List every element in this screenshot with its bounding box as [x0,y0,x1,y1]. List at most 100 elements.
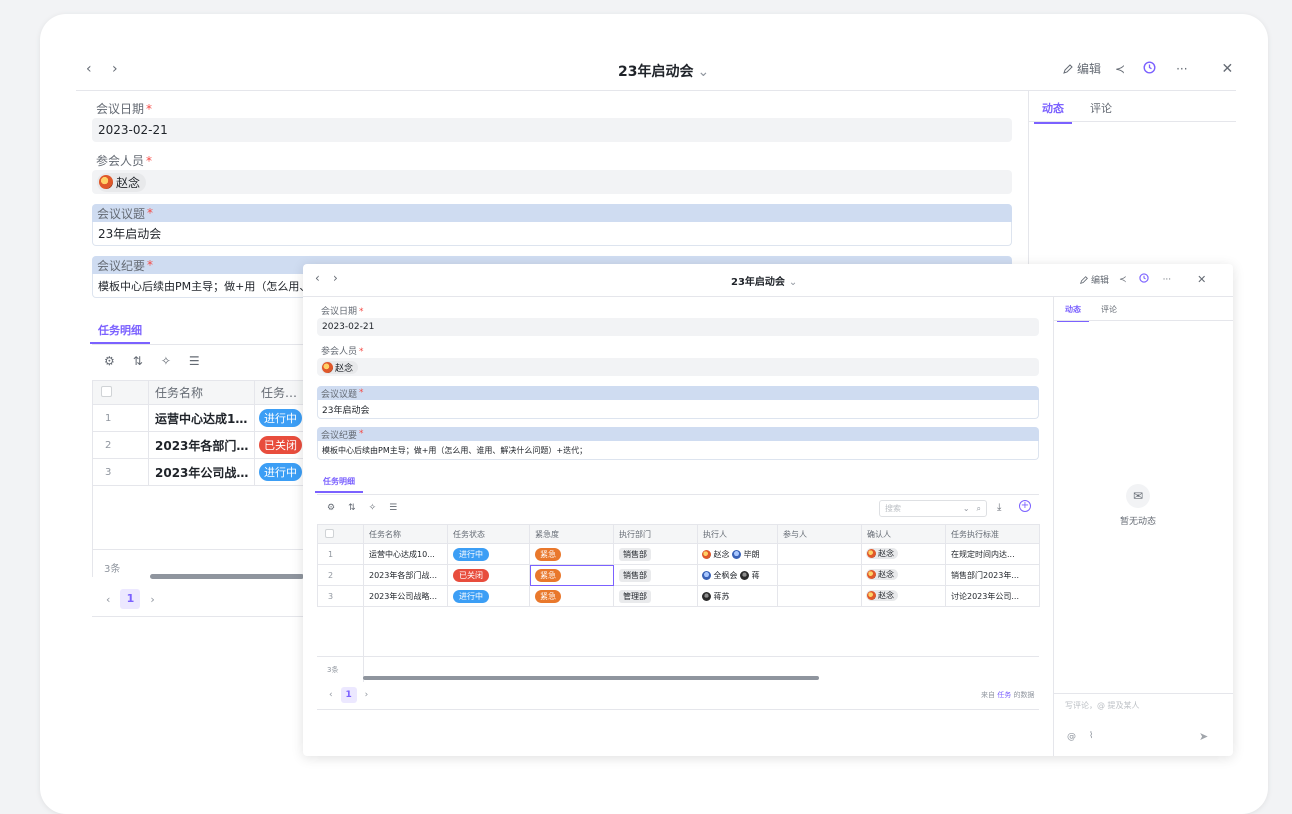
add-icon[interactable]: + [1019,500,1031,512]
participants-cell[interactable] [777,564,862,586]
edit-button[interactable]: 编辑 [1079,273,1109,286]
standard-cell[interactable]: 在规定时间内达... [945,543,1040,565]
table-row[interactable]: 2 2023年各部门战... 已关闭 紧急 销售部 全枫会 蒋 赵念 销售部门2… [317,564,1040,586]
status-tag[interactable]: 进行中 [259,409,302,427]
confirmer-chip[interactable]: 赵念 [866,548,898,559]
urgency-tag[interactable]: 紧急 [535,589,561,603]
table-row[interactable]: 2 2023年各部门战... 已关闭 [92,431,305,459]
page-number[interactable]: 1 [120,589,141,609]
attendees-field[interactable]: 赵念 [317,358,1039,376]
dept-tag[interactable]: 管理部 [619,589,651,603]
back-arrow-icon[interactable]: ‹ [315,271,320,285]
settings-icon[interactable]: ⚙ [104,354,115,368]
share-icon[interactable]: ≺ [1115,62,1125,76]
pin-icon[interactable]: ✧ [161,354,171,368]
task-name[interactable]: 运营中心达成10... [148,404,255,432]
participants-cell[interactable] [777,585,862,607]
attendee-chip[interactable]: 赵念 [97,172,147,192]
col-header-name[interactable]: 任务名称 [148,380,255,405]
standard-cell[interactable]: 讨论2023年公司... [945,585,1040,607]
tab-task-details[interactable]: 任务明细 [315,476,363,493]
task-name[interactable]: 2023年各部门战... [148,431,255,459]
col-header-status[interactable]: 任务状态 [447,524,530,544]
download-icon[interactable]: ⤓ [997,502,1001,513]
selected-cell[interactable]: 紧急 [529,564,614,586]
page-number[interactable]: 1 [340,687,357,703]
confirmer-chip[interactable]: 赵念 [866,569,898,580]
standard-cell[interactable]: 销售部门2023年... [945,564,1040,586]
table-row[interactable]: 1 运营中心达成10... 进行中 [92,404,305,432]
share-icon[interactable]: ≺ [1119,275,1127,285]
urgency-tag[interactable]: 紧急 [535,568,561,582]
attachment-icon[interactable]: ⌇ [1089,731,1093,741]
task-name[interactable]: 2023年公司战略... [363,585,448,607]
comment-input[interactable]: 写评论，@ 提及某人 [1065,700,1140,711]
status-tag[interactable]: 进行中 [453,589,489,603]
task-name[interactable]: 2023年公司战略... [148,458,255,486]
executor-chip[interactable]: 赵念 [702,549,730,559]
history-clock-icon[interactable] [1138,273,1149,286]
task-name[interactable]: 运营中心达成10... [363,543,448,565]
col-header-name[interactable]: 任务名称 [363,524,448,544]
tab-task-details[interactable]: 任务明细 [90,322,150,344]
next-page-icon[interactable]: › [365,690,369,700]
status-tag[interactable]: 已关闭 [453,568,489,582]
prev-page-icon[interactable]: ‹ [106,593,110,606]
more-icon[interactable]: ··· [1163,275,1172,285]
col-header-urgency[interactable]: 紧急度 [529,524,614,544]
history-clock-icon[interactable] [1143,60,1156,77]
executor-chip[interactable]: 蒋苏 [702,591,730,601]
chevron-down-icon[interactable]: ⌄ [697,64,709,80]
date-field[interactable]: 2023-02-21 [317,318,1039,336]
close-icon[interactable]: ✕ [1197,273,1206,286]
chevron-down-icon[interactable]: ⌄ [963,504,970,514]
forward-arrow-icon[interactable]: › [333,271,338,285]
filter-icon[interactable]: ☰ [389,503,397,513]
executor-chip[interactable]: 全枫会 [702,570,738,580]
topic-field[interactable]: 23年启动会 [317,400,1039,419]
more-icon[interactable]: ··· [1176,62,1187,76]
chevron-down-icon[interactable]: ⌄ [789,277,797,288]
minutes-field[interactable]: 模板中心后续由PM主导；做+用（怎么用、谁用、解决什么问题）+迭代； [317,441,1039,460]
horizontal-scrollbar[interactable] [363,676,819,680]
source-link[interactable]: 任务 [997,691,1011,699]
confirmer-chip[interactable]: 赵念 [866,590,898,601]
search-input[interactable]: 搜索 ⌄ ⌕ [879,500,987,517]
prev-page-icon[interactable]: ‹ [329,690,333,700]
col-header-dept[interactable]: 执行部门 [613,524,698,544]
date-field[interactable]: 2023-02-21 [92,118,1012,142]
page-title[interactable]: 23年启动会 ⌄ [731,273,797,288]
edit-button[interactable]: 编辑 [1062,60,1101,77]
col-header-standard[interactable]: 任务执行标准 [945,524,1040,544]
attendees-field[interactable]: 赵念 [92,170,1012,194]
table-row[interactable]: 1 运营中心达成10... 进行中 紧急 销售部 赵念 毕朗 赵念 在规定时间内… [317,543,1040,565]
dept-tag[interactable]: 销售部 [619,568,651,582]
select-all-checkbox[interactable] [92,380,149,405]
col-header-confirmer[interactable]: 确认人 [861,524,946,544]
sort-icon[interactable]: ⇅ [348,503,356,513]
table-row[interactable]: 3 2023年公司战略... 进行中 [92,458,305,486]
col-header-status[interactable]: 任务状态 [254,380,305,405]
select-all-checkbox[interactable] [317,524,364,544]
search-icon[interactable]: ⌕ [977,504,981,514]
dept-tag[interactable]: 销售部 [619,547,651,561]
mention-icon[interactable]: @ [1067,732,1076,742]
filter-icon[interactable]: ☰ [189,354,200,368]
col-header-participants[interactable]: 参与人 [777,524,862,544]
horizontal-scrollbar[interactable] [150,574,304,579]
send-icon[interactable]: ➤ [1199,730,1208,743]
attendee-chip[interactable]: 赵念 [321,360,359,374]
participants-cell[interactable] [777,543,862,565]
page-title[interactable]: 23年启动会 ⌄ [618,61,709,81]
urgency-tag[interactable]: 紧急 [535,547,561,561]
back-arrow-icon[interactable]: ‹ [86,61,92,77]
settings-icon[interactable]: ⚙ [327,503,335,513]
task-name[interactable]: 2023年各部门战... [363,564,448,586]
executor-chip[interactable]: 毕朗 [732,549,760,559]
status-tag[interactable]: 已关闭 [259,436,302,454]
topic-field[interactable]: 23年启动会 [92,222,1012,246]
table-row[interactable]: 3 2023年公司战略... 进行中 紧急 管理部 蒋苏 赵念 讨论2023年公… [317,585,1040,607]
close-icon[interactable]: ✕ [1222,61,1234,77]
executor-chip[interactable]: 蒋 [740,570,760,580]
status-tag[interactable]: 进行中 [259,463,302,481]
